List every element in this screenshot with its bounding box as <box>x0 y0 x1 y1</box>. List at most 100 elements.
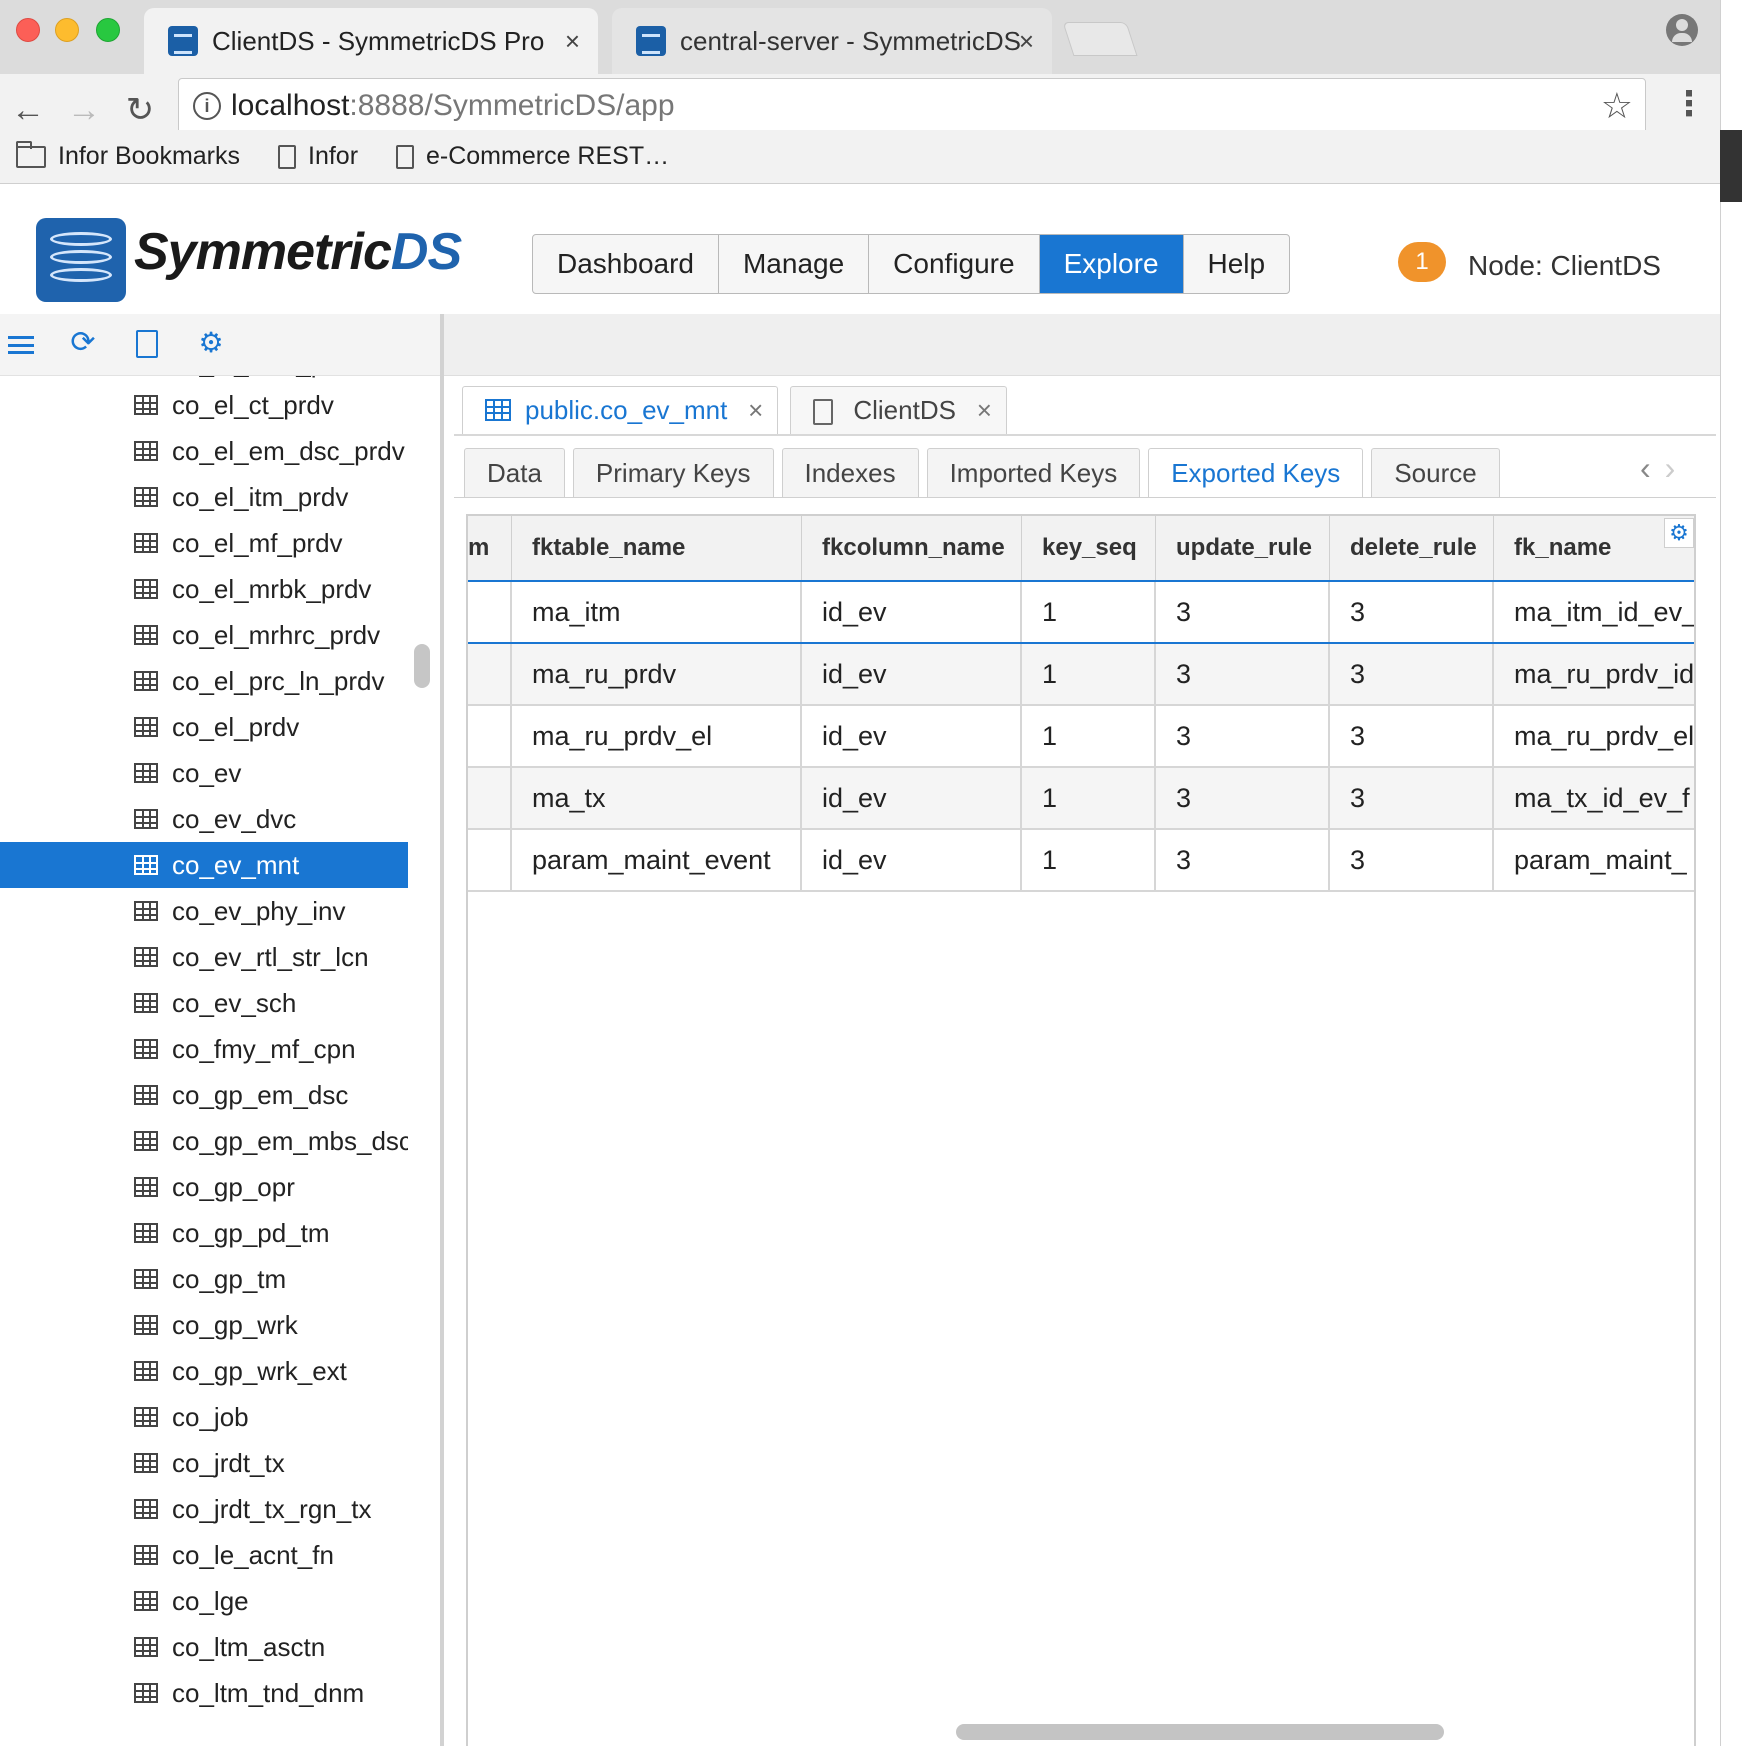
profile-avatar-icon[interactable] <box>1666 14 1698 46</box>
table-cell-m[interactable] <box>468 582 512 642</box>
tree-item-co-gp-opr[interactable]: co_gp_opr <box>0 1164 408 1210</box>
table-row[interactable]: ma_ru_prdv_el id_ev 1 3 3 ma_ru_prdv_el <box>468 706 1694 768</box>
tree-item-co-ev-sch[interactable]: co_ev_sch <box>0 980 408 1026</box>
tree-item-co-gp-tm[interactable]: co_gp_tm <box>0 1256 408 1302</box>
table-row[interactable]: param_maint_event id_ev 1 3 3 param_maint_ <box>468 830 1694 892</box>
url-text[interactable]: localhost:8888/SymmetricDS/app <box>231 89 675 123</box>
table-cell-m[interactable] <box>468 706 512 766</box>
close-tab-icon[interactable]: × <box>565 26 580 57</box>
tree-item-co-ltm-asctn[interactable]: co_ltm_asctn <box>0 1624 408 1670</box>
table-cell-m[interactable] <box>468 768 512 828</box>
tree-item-co-gp-wrk-ext[interactable]: co_gp_wrk_ext <box>0 1348 408 1394</box>
column-header-fktable-name[interactable]: fktable_name <box>512 516 802 580</box>
column-header-m[interactable]: m <box>468 516 512 580</box>
tree-item-co-el-prc-ln-prdv[interactable]: co_el_prc_ln_prdv <box>0 658 408 704</box>
table-cell-fktable-name[interactable]: ma_itm <box>512 582 802 642</box>
tree-item-co-gp-em-mbs-dsc[interactable]: co_gp_em_mbs_dsc <box>0 1118 408 1164</box>
table-cell-update-rule[interactable]: 3 <box>1156 830 1330 890</box>
tree-item-co-le-acnt-fn[interactable]: co_le_acnt_fn <box>0 1532 408 1578</box>
tab-data[interactable]: Data <box>464 448 565 498</box>
table-cell-fktable-name[interactable]: param_maint_event <box>512 830 802 890</box>
tree-item-co-fmy-mf-cpn[interactable]: co_fmy_mf_cpn <box>0 1026 408 1072</box>
table-cell-delete-rule[interactable]: 3 <box>1330 768 1494 828</box>
table-cell-delete-rule[interactable]: 3 <box>1330 582 1494 642</box>
nav-help[interactable]: Help <box>1184 235 1290 293</box>
table-cell-fkcolumn-name[interactable]: id_ev <box>802 768 1022 828</box>
tree-item-co-el-mrbk-prdv[interactable]: co_el_mrbk_prdv <box>0 566 408 612</box>
table-row[interactable]: ma_ru_prdv id_ev 1 3 3 ma_ru_prdv_id <box>468 644 1694 706</box>
nav-configure[interactable]: Configure <box>869 235 1040 293</box>
window-zoom-button[interactable] <box>96 18 120 42</box>
table-row[interactable]: ma_itm id_ev 1 3 3 ma_itm_id_ev_ <box>468 582 1694 644</box>
table-cell-fktable-name[interactable]: ma_ru_prdv_el <box>512 706 802 766</box>
nav-explore[interactable]: Explore <box>1039 235 1184 293</box>
chevron-right-icon[interactable]: › <box>1665 450 1676 486</box>
panel-splitter[interactable] <box>440 314 444 1746</box>
table-cell-fk-name[interactable]: param_maint_ <box>1494 830 1694 890</box>
grid-horizontal-scrollbar[interactable] <box>956 1724 1444 1740</box>
tree-item-co-gp-em-dsc[interactable]: co_gp_em_dsc <box>0 1072 408 1118</box>
tab-exported-keys[interactable]: Exported Keys <box>1148 448 1364 498</box>
tree-item-co-el-mf-prdv[interactable]: co_el_mf_prdv <box>0 520 408 566</box>
tab-indexes[interactable]: Indexes <box>781 448 919 498</box>
nav-dashboard[interactable]: Dashboard <box>533 235 719 293</box>
grid-settings-gear-icon[interactable]: ⚙ <box>1664 518 1694 548</box>
tree-item-co-jrdt-tx[interactable]: co_jrdt_tx <box>0 1440 408 1486</box>
bookmark-infor-bookmarks[interactable]: Infor Bookmarks <box>16 140 240 171</box>
table-cell-fkcolumn-name[interactable]: id_ev <box>802 830 1022 890</box>
table-cell-fk-name[interactable]: ma_ru_prdv_el <box>1494 706 1694 766</box>
bookmark-star-icon[interactable]: ☆ <box>1601 85 1633 127</box>
table-cell-fktable-name[interactable]: ma_tx <box>512 768 802 828</box>
table-cell-fkcolumn-name[interactable]: id_ev <box>802 644 1022 704</box>
tab-imported-keys[interactable]: Imported Keys <box>926 448 1141 498</box>
table-cell-delete-rule[interactable]: 3 <box>1330 830 1494 890</box>
column-header-fkcolumn-name[interactable]: fkcolumn_name <box>802 516 1022 580</box>
table-cell-update-rule[interactable]: 3 <box>1156 706 1330 766</box>
column-header-key-seq[interactable]: key_seq <box>1022 516 1156 580</box>
table-cell-fkcolumn-name[interactable]: id_ev <box>802 706 1022 766</box>
table-cell-update-rule[interactable]: 3 <box>1156 768 1330 828</box>
tree-item-co-el-em-dsc-prdv[interactable]: co_el_em_dsc_prdv <box>0 428 408 474</box>
table-cell-key-seq[interactable]: 1 <box>1022 830 1156 890</box>
tab-source[interactable]: Source <box>1371 448 1500 498</box>
window-close-button[interactable] <box>16 18 40 42</box>
forward-arrow-icon[interactable]: → <box>60 86 108 134</box>
table-cell-m[interactable] <box>468 830 512 890</box>
gear-icon[interactable]: ⚙ <box>196 328 226 358</box>
table-cell-fk-name[interactable]: ma_ru_prdv_id <box>1494 644 1694 704</box>
tree-item-co-job[interactable]: co_job <box>0 1394 408 1440</box>
table-cell-update-rule[interactable]: 3 <box>1156 644 1330 704</box>
table-cell-update-rule[interactable]: 3 <box>1156 582 1330 642</box>
tree-item-co-ev-phy-inv[interactable]: co_ev_phy_inv <box>0 888 408 934</box>
tab-clientds[interactable]: ClientDS × <box>790 386 1007 434</box>
table-cell-key-seq[interactable]: 1 <box>1022 706 1156 766</box>
tree-item-co-gp-pd-tm[interactable]: co_gp_pd_tm <box>0 1210 408 1256</box>
address-bar[interactable]: i localhost:8888/SymmetricDS/app ☆ <box>178 78 1646 134</box>
table-row[interactable]: ma_tx id_ev 1 3 3 ma_tx_id_ev_f <box>468 768 1694 830</box>
tree-item-co-ltm-tnd-dnm[interactable]: co_ltm_tnd_dnm <box>0 1670 408 1716</box>
browser-tab-central-server[interactable]: central-server - SymmetricDS × <box>612 8 1052 74</box>
reload-icon[interactable]: ↻ <box>116 86 164 134</box>
tree-item-co-ev[interactable]: co_ev <box>0 750 408 796</box>
tab-primary-keys[interactable]: Primary Keys <box>572 448 774 498</box>
browser-menu-icon[interactable]: ⋮ <box>1672 84 1706 124</box>
tree-item-co-jrdt-tx-rgn-tx[interactable]: co_jrdt_tx_rgn_tx <box>0 1486 408 1532</box>
table-cell-fk-name[interactable]: ma_tx_id_ev_f <box>1494 768 1694 828</box>
tree-item-co-el-mrhrc-prdv[interactable]: co_el_mrhrc_prdv <box>0 612 408 658</box>
refresh-icon[interactable]: ⟳ <box>68 328 98 358</box>
bookmark-ecommerce-rest[interactable]: e-Commerce REST… <box>396 142 669 171</box>
notification-badge[interactable]: 1 <box>1398 242 1446 282</box>
tree-item-co-ev-rtl-str-lcn[interactable]: co_ev_rtl_str_lcn <box>0 934 408 980</box>
new-tab-button[interactable] <box>1062 22 1138 56</box>
table-cell-fk-name[interactable]: ma_itm_id_ev_ <box>1494 582 1694 642</box>
table-cell-fktable-name[interactable]: ma_ru_prdv <box>512 644 802 704</box>
table-cell-key-seq[interactable]: 1 <box>1022 644 1156 704</box>
close-icon[interactable]: × <box>977 387 992 433</box>
chevron-left-icon[interactable]: ‹ <box>1640 450 1651 486</box>
menu-icon[interactable] <box>8 336 34 354</box>
column-header-delete-rule[interactable]: delete_rule <box>1330 516 1494 580</box>
tree-item-co-lge[interactable]: co_lge <box>0 1578 408 1624</box>
site-info-icon[interactable]: i <box>193 92 221 120</box>
tree-item-co-el-prdv[interactable]: co_el_prdv <box>0 704 408 750</box>
window-minimize-button[interactable] <box>55 18 79 42</box>
